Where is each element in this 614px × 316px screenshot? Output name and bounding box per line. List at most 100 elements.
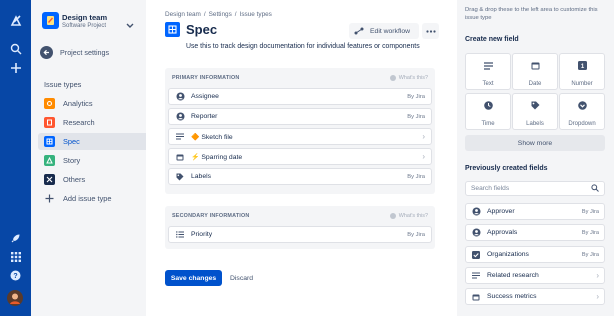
- calendar-icon: [175, 152, 185, 162]
- person-icon: [175, 92, 185, 102]
- create-icon[interactable]: [8, 60, 23, 75]
- field-item-approver[interactable]: Approver By Jira: [465, 203, 605, 220]
- project-type: Software Project: [62, 23, 107, 29]
- text-lines-icon: [175, 132, 185, 142]
- breadcrumb-item[interactable]: Issue types: [240, 11, 272, 18]
- field-source: By Jira: [581, 208, 599, 215]
- others-icon: [44, 174, 55, 185]
- tile-label: Text: [482, 80, 494, 87]
- info-icon: [389, 75, 396, 81]
- save-changes-button[interactable]: Save changes: [165, 270, 222, 286]
- edit-workflow-label: Edit workflow: [370, 27, 411, 35]
- search-placeholder: Search fields: [471, 185, 510, 192]
- calendar-icon: [471, 292, 481, 302]
- breadcrumb-item[interactable]: Settings: [209, 11, 232, 18]
- person-icon: [471, 207, 481, 217]
- sidebar-item-label: Story: [63, 156, 81, 165]
- whats-this-link[interactable]: What's this?: [389, 213, 428, 219]
- field-row-labels[interactable]: Labels By Jira: [168, 168, 432, 185]
- field-item-success-metrics[interactable]: Success metrics ›: [465, 288, 605, 305]
- research-icon: [44, 117, 55, 128]
- field-source: By Jira: [407, 231, 425, 238]
- page-description: Use this to track design documentation f…: [186, 43, 420, 50]
- field-tile-labels[interactable]: Labels: [512, 93, 558, 130]
- field-label: Related research: [487, 272, 539, 279]
- field-row-sketch-file[interactable]: 🔶 Sketch file ›: [168, 128, 432, 145]
- field-row-sparring-date[interactable]: ⚡ Sparring date ›: [168, 148, 432, 165]
- field-tile-dropdown[interactable]: Dropdown: [559, 93, 605, 130]
- field-tile-text[interactable]: Text: [465, 53, 511, 90]
- whats-this-label: What's this?: [398, 75, 428, 81]
- page-title: Spec: [186, 22, 218, 37]
- number-icon: 1: [577, 57, 587, 75]
- app-switcher-icon[interactable]: [8, 249, 23, 264]
- breadcrumb-item[interactable]: Design team: [165, 11, 201, 18]
- field-row-assignee[interactable]: Assignee By Jira: [168, 88, 432, 105]
- whats-this-link[interactable]: What's this?: [389, 75, 428, 81]
- field-item-organizations[interactable]: Organizations By Jira: [465, 246, 605, 263]
- chevron-right-icon: ›: [422, 152, 425, 161]
- field-item-approvals[interactable]: Approvals By Jira: [465, 224, 605, 241]
- edit-workflow-button[interactable]: Edit workflow: [349, 23, 419, 39]
- chevron-down-icon[interactable]: [126, 16, 134, 34]
- text-lines-icon: [471, 271, 481, 281]
- field-label: ⚡ Sparring date: [191, 153, 243, 161]
- tile-label: Labels: [526, 120, 544, 127]
- search-icon: [591, 183, 599, 194]
- tile-label: Date: [528, 80, 542, 87]
- field-label: Reporter: [191, 113, 218, 120]
- tile-label: Time: [481, 120, 495, 127]
- field-label: Organizations: [487, 251, 529, 258]
- spec-icon: [44, 136, 55, 147]
- chevron-right-icon: ›: [596, 292, 599, 301]
- tile-label: Number: [571, 80, 593, 87]
- secondary-information-section: SECONDARY INFORMATION What's this? Prior…: [165, 206, 435, 249]
- calendar-icon: [531, 57, 540, 75]
- field-row-reporter[interactable]: Reporter By Jira: [168, 108, 432, 125]
- field-label: Assignee: [191, 93, 219, 100]
- plus-icon: [44, 193, 55, 204]
- field-tile-number[interactable]: 1 Number: [559, 53, 605, 90]
- field-row-priority[interactable]: Priority By Jira: [168, 226, 432, 243]
- back-arrow-icon: [40, 45, 53, 59]
- person-icon: [175, 112, 185, 122]
- field-source: By Jira: [407, 113, 425, 120]
- avatar[interactable]: [7, 290, 23, 306]
- more-actions-button[interactable]: [422, 23, 439, 39]
- field-source: By Jira: [407, 173, 425, 180]
- jira-logo-icon[interactable]: [8, 13, 23, 28]
- show-more-button[interactable]: Show more: [465, 135, 605, 151]
- search-icon[interactable]: [8, 41, 23, 56]
- global-navigation: ?: [0, 0, 31, 316]
- field-source: By Jira: [407, 93, 425, 100]
- field-tile-time[interactable]: Time: [465, 93, 511, 130]
- search-fields-input[interactable]: Search fields: [465, 181, 605, 196]
- main-content: Design team / Settings / Issue types Spec Ed…: [146, 0, 457, 316]
- spec-icon: [165, 22, 180, 37]
- tag-icon: [531, 97, 540, 115]
- project-sidebar: Design team Software Project Project set…: [31, 0, 169, 316]
- field-source: By Jira: [581, 251, 599, 258]
- add-issue-type-label: Add issue type: [63, 194, 112, 203]
- tile-label: Dropdown: [568, 120, 596, 127]
- project-name[interactable]: Design team: [62, 13, 107, 22]
- rocket-icon[interactable]: [8, 231, 23, 246]
- section-title: PRIMARY INFORMATION: [172, 75, 240, 81]
- project-avatar[interactable]: [42, 12, 59, 29]
- field-label: 🔶 Sketch file: [191, 133, 233, 141]
- checkbox-icon: [471, 250, 481, 260]
- chevron-right-icon: ›: [422, 132, 425, 141]
- discard-button[interactable]: Discard: [230, 270, 253, 286]
- story-icon: [44, 155, 55, 166]
- project-settings-link[interactable]: Project settings: [40, 44, 140, 60]
- panel-help-text: Drag & drop these to the left area to cu…: [465, 7, 598, 21]
- field-tile-date[interactable]: Date: [512, 53, 558, 90]
- text-icon: [483, 57, 493, 75]
- workflow-icon: [354, 27, 364, 35]
- more-icon: [425, 29, 436, 33]
- help-icon[interactable]: ?: [8, 268, 23, 283]
- create-field-heading: Create new field: [465, 36, 519, 43]
- field-item-related-research[interactable]: Related research ›: [465, 267, 605, 284]
- project-settings-label: Project settings: [60, 47, 110, 57]
- list-icon: [175, 230, 185, 240]
